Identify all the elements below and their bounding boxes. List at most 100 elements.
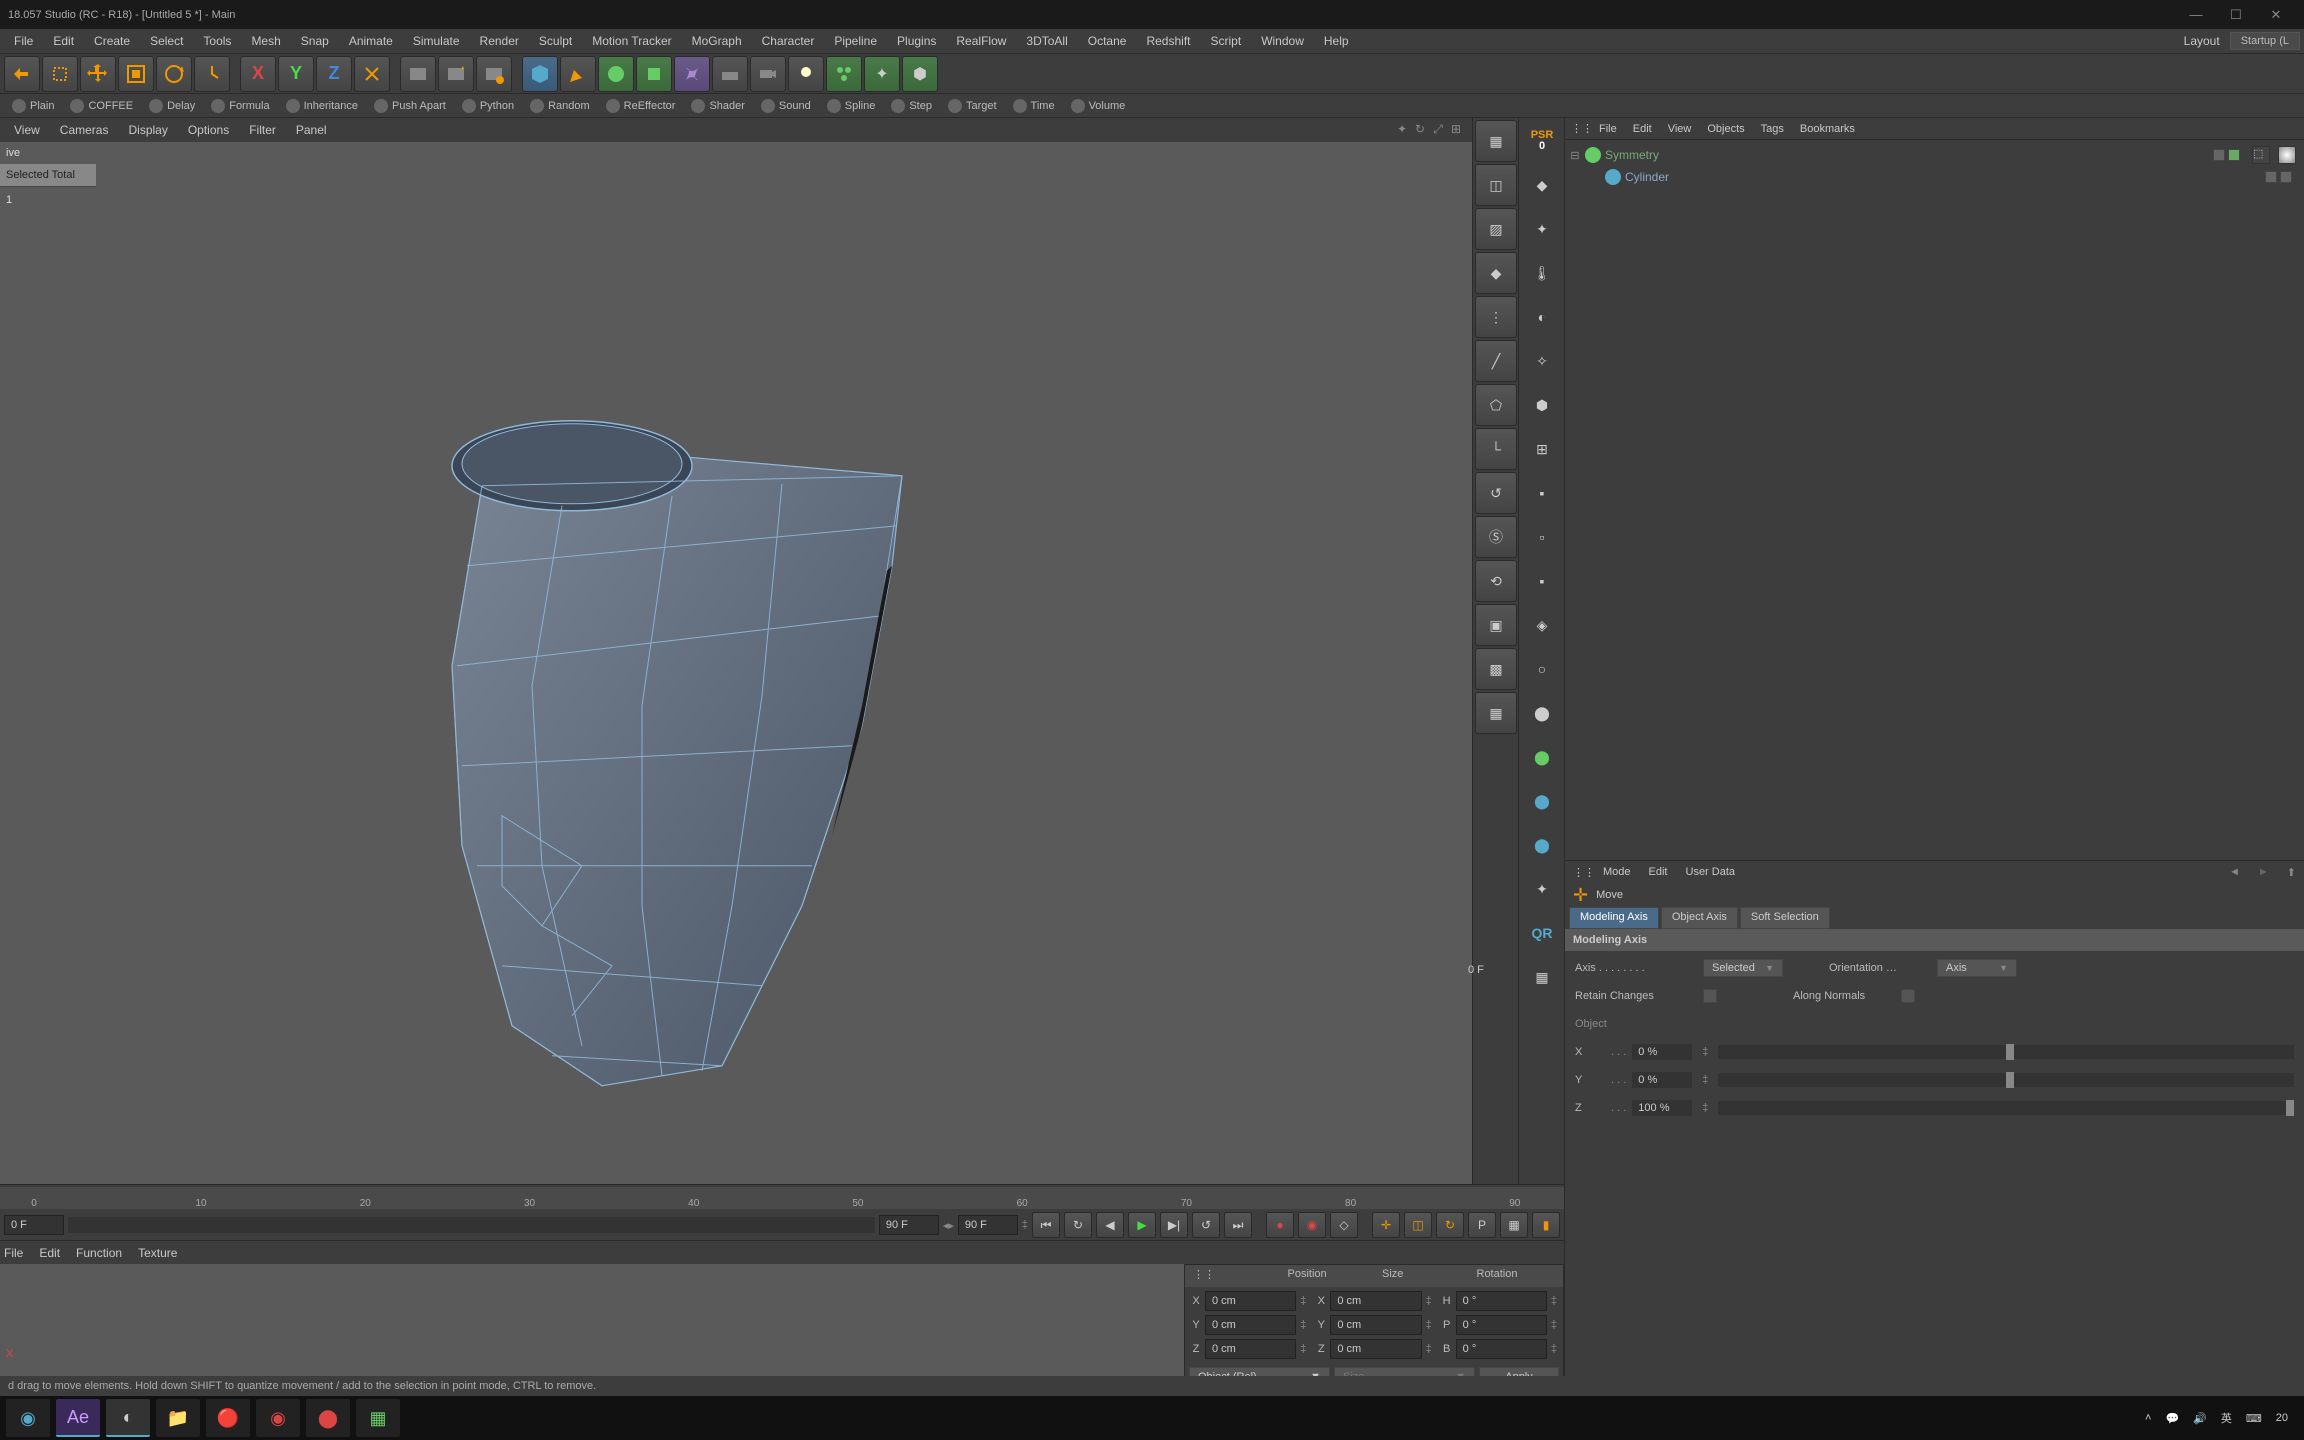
- start-button[interactable]: ◉: [6, 1399, 50, 1437]
- y-value[interactable]: 0 %: [1632, 1072, 1692, 1088]
- tag-step[interactable]: Step: [883, 99, 940, 113]
- object-tree[interactable]: ⊟ Symmetry ⬚ Cylinder: [1565, 140, 2304, 860]
- deformer-icon[interactable]: [674, 56, 710, 92]
- vp-nav4-icon[interactable]: ⊞: [1448, 122, 1464, 138]
- y-slider[interactable]: [1718, 1073, 2294, 1087]
- am-userdata[interactable]: User Data: [1686, 866, 1736, 878]
- vp-display[interactable]: Display: [118, 123, 177, 137]
- undo-icon[interactable]: [4, 56, 40, 92]
- om-objects[interactable]: Objects: [1707, 123, 1744, 135]
- orientation-dropdown[interactable]: Axis▼: [1937, 959, 2017, 977]
- taskbar-c4d-icon[interactable]: ◐: [106, 1399, 150, 1437]
- vp-panel[interactable]: Panel: [286, 123, 337, 137]
- cmd-icon-14[interactable]: ⬤: [1521, 736, 1563, 778]
- key-rot-button[interactable]: ↻: [1436, 1212, 1464, 1238]
- generator-icon[interactable]: [636, 56, 672, 92]
- cmd-icon-9[interactable]: ▫: [1521, 516, 1563, 558]
- menu-help[interactable]: Help: [1314, 29, 1359, 54]
- menu-mograph[interactable]: MoGraph: [682, 29, 752, 54]
- tree-row-cylinder[interactable]: Cylinder: [1569, 166, 2300, 188]
- timeline-ruler[interactable]: 0102030405060708090 0 F: [0, 1184, 1564, 1210]
- tag-coffee[interactable]: COFFEE: [62, 99, 141, 113]
- tag-spline[interactable]: Spline: [819, 99, 884, 113]
- tray-chevron-icon[interactable]: ˄: [2145, 1412, 2151, 1424]
- prev-frame-button[interactable]: ◀: [1096, 1212, 1124, 1238]
- taskbar-explorer-icon[interactable]: 📁: [156, 1399, 200, 1437]
- back-arrow-icon[interactable]: ◄: [2229, 866, 2240, 878]
- tag-push-apart[interactable]: Push Apart: [366, 99, 454, 113]
- menu-plugins[interactable]: Plugins: [887, 29, 946, 54]
- vp-options[interactable]: Options: [178, 123, 239, 137]
- particles-icon[interactable]: ✦: [864, 56, 900, 92]
- menu-octane[interactable]: Octane: [1078, 29, 1137, 54]
- tray-action-icon[interactable]: 💬: [2165, 1412, 2179, 1425]
- primitive-cube-icon[interactable]: [522, 56, 558, 92]
- om-edit[interactable]: Edit: [1633, 123, 1652, 135]
- tag-shader[interactable]: Shader: [683, 99, 752, 113]
- render-picture-icon[interactable]: [438, 56, 474, 92]
- vp-nav1-icon[interactable]: ✦: [1394, 122, 1410, 138]
- start-frame-input[interactable]: 0 F: [4, 1215, 64, 1235]
- axis-dropdown[interactable]: Selected▼: [1703, 959, 1783, 977]
- key-pos-button[interactable]: ✛: [1372, 1212, 1400, 1238]
- move-icon[interactable]: [80, 56, 116, 92]
- workplane-icon[interactable]: ◆: [1475, 252, 1517, 294]
- next-frame-button[interactable]: ▶|: [1160, 1212, 1188, 1238]
- lock-icon[interactable]: ⬆: [2287, 866, 2296, 879]
- environment-icon[interactable]: [712, 56, 748, 92]
- tag-formula[interactable]: Formula: [203, 99, 277, 113]
- cmd-icon-10[interactable]: ▪: [1521, 560, 1563, 602]
- menu-edit[interactable]: Edit: [43, 29, 84, 54]
- mm-edit[interactable]: Edit: [39, 1246, 60, 1260]
- axis-z-toggle[interactable]: Z: [316, 56, 352, 92]
- nurbs-icon[interactable]: [598, 56, 634, 92]
- cmd-icon-6[interactable]: ⬢: [1521, 384, 1563, 426]
- vp-filter[interactable]: Filter: [239, 123, 286, 137]
- size-X-input[interactable]: 0 cm: [1330, 1291, 1421, 1311]
- along-normals-checkbox[interactable]: [1901, 989, 1915, 1003]
- scale-icon[interactable]: [118, 56, 154, 92]
- menu-tools[interactable]: Tools: [193, 29, 241, 54]
- om-tags[interactable]: Tags: [1761, 123, 1784, 135]
- om-bookmarks[interactable]: Bookmarks: [1800, 123, 1855, 135]
- cmd-icon-16[interactable]: ⬤: [1521, 824, 1563, 866]
- rot-P-input[interactable]: 0 °: [1456, 1315, 1547, 1335]
- cmd-icon-8[interactable]: ▪: [1521, 472, 1563, 514]
- tag-icon[interactable]: [2278, 146, 2296, 164]
- cmd-icon-12[interactable]: ○: [1521, 648, 1563, 690]
- psr-icon[interactable]: PSR0: [1521, 120, 1563, 162]
- pos-X-input[interactable]: 0 cm: [1205, 1291, 1296, 1311]
- cmd-icon-17[interactable]: ✦: [1521, 868, 1563, 910]
- taskbar-ae-icon[interactable]: Ae: [56, 1399, 100, 1437]
- menu-select[interactable]: Select: [140, 29, 193, 54]
- fwd-arrow-icon[interactable]: ►: [2258, 866, 2269, 878]
- tree-row-symmetry[interactable]: ⊟ Symmetry ⬚: [1569, 144, 2300, 166]
- x-value[interactable]: 0 %: [1632, 1044, 1692, 1060]
- axis-x-toggle[interactable]: X: [240, 56, 276, 92]
- key-options-button[interactable]: ▮: [1532, 1212, 1560, 1238]
- tag-reeffector[interactable]: ReEffector: [598, 99, 684, 113]
- layout-dropdown[interactable]: Startup (L: [2230, 32, 2300, 50]
- pen-tool-icon[interactable]: [560, 56, 596, 92]
- retain-checkbox[interactable]: [1703, 989, 1717, 1003]
- viewport-solo-icon[interactable]: ▣: [1475, 604, 1517, 646]
- menu-snap[interactable]: Snap: [291, 29, 339, 54]
- z-spinner[interactable]: ‡: [1698, 1102, 1712, 1114]
- mm-texture[interactable]: Texture: [138, 1246, 177, 1260]
- end-frame-input-2[interactable]: 90 F: [958, 1215, 1018, 1235]
- taskbar-chrome-icon[interactable]: 🔴: [206, 1399, 250, 1437]
- cmd-icon-2[interactable]: ✦: [1521, 208, 1563, 250]
- x-spinner[interactable]: ‡: [1698, 1046, 1712, 1058]
- close-button[interactable]: ✕: [2256, 7, 2296, 23]
- vp-nav2-icon[interactable]: ↻: [1412, 122, 1428, 138]
- menu-3dtoall[interactable]: 3DToAll: [1016, 29, 1077, 54]
- goto-start-button[interactable]: ⏮: [1032, 1212, 1060, 1238]
- y-spinner[interactable]: ‡: [1698, 1074, 1712, 1086]
- dynamics-icon[interactable]: ⬢: [902, 56, 938, 92]
- expand-icon[interactable]: ⊟: [1569, 149, 1581, 162]
- cmd-icon-15[interactable]: ⬤: [1521, 780, 1563, 822]
- om-file[interactable]: File: [1599, 123, 1617, 135]
- menu-sculpt[interactable]: Sculpt: [529, 29, 582, 54]
- pos-Z-input[interactable]: 0 cm: [1205, 1339, 1296, 1359]
- key-scale-button[interactable]: ◫: [1404, 1212, 1432, 1238]
